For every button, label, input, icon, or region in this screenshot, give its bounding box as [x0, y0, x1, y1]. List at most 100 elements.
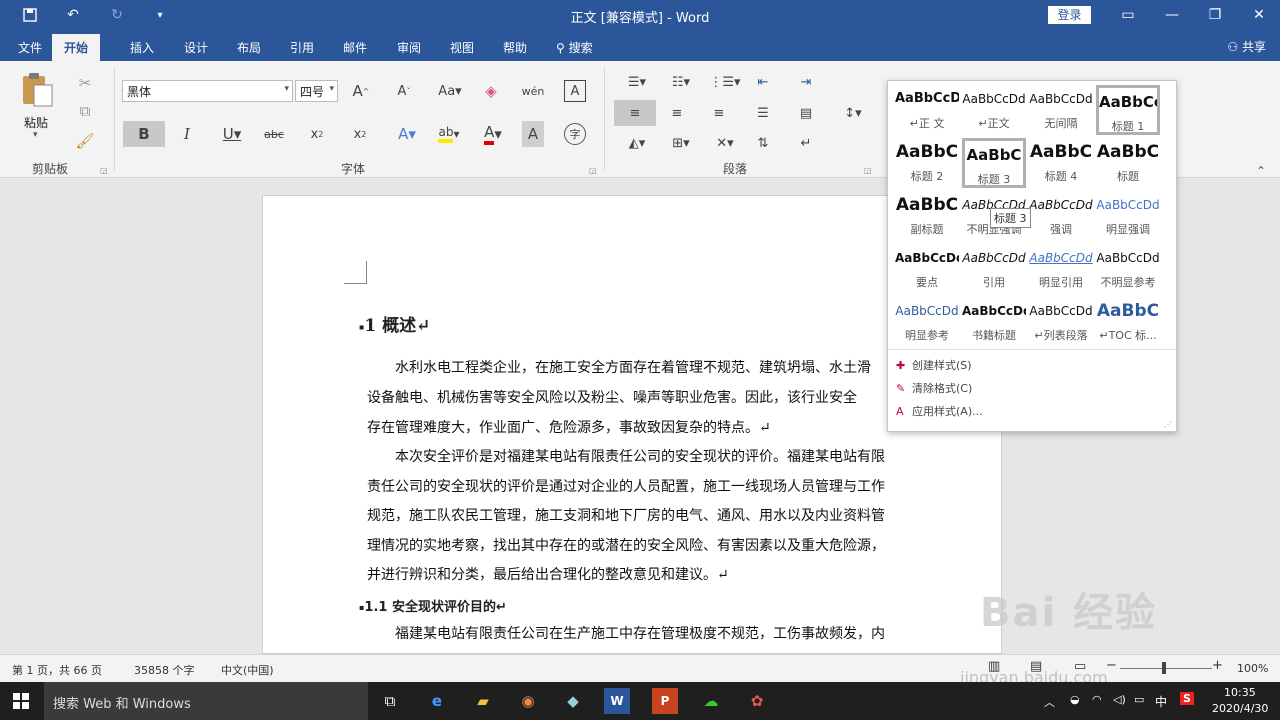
justify-icon[interactable]: ☰	[752, 100, 774, 126]
resize-grip-icon[interactable]: ⋰	[1164, 420, 1172, 429]
format-painter-icon[interactable]: 🖌	[74, 131, 96, 151]
volume-icon[interactable]: ◁)	[1113, 693, 1126, 706]
notification-icon[interactable]: ▭	[1134, 693, 1144, 706]
character-shading-icon[interactable]: A	[522, 121, 544, 147]
align-right-icon[interactable]: ≡	[708, 100, 730, 126]
align-center-icon[interactable]: ≡	[666, 100, 688, 126]
network-icon[interactable]: ◠	[1092, 693, 1102, 706]
paragraph-line[interactable]: 理情况的实地考察，找出其中存在的或潜在的安全风险、有害因素以及重大危险源，	[367, 535, 885, 555]
paragraph-line[interactable]: 福建某电站有限责任公司在生产施工中存在管理极度不规范，工伤事故频发，内	[367, 623, 885, 643]
tab-9[interactable]: 帮助	[503, 39, 527, 56]
style-item[interactable]: AaBbC 标题 3	[962, 138, 1026, 188]
tab-8[interactable]: 视图	[450, 39, 474, 56]
language[interactable]: 中文(中国)	[221, 662, 274, 678]
windows-start-icon[interactable]	[8, 688, 34, 714]
style-item[interactable]: AaBbCcDd 要点	[895, 244, 959, 294]
edge-icon[interactable]: e	[424, 688, 450, 714]
shading-icon[interactable]: ◭▾	[620, 131, 654, 155]
paste-dropdown-icon[interactable]: ▾	[33, 130, 38, 140]
strikethrough-icon[interactable]: abc	[262, 121, 286, 147]
tab-0[interactable]: 文件	[18, 39, 42, 56]
tab-3[interactable]: 设计	[184, 39, 208, 56]
align-left-icon[interactable]: ≡	[614, 100, 656, 126]
gallery-menu-item[interactable]: A 应用样式(A)...	[896, 403, 983, 419]
subscript-icon[interactable]: x2	[305, 121, 329, 147]
collapse-ribbon-icon[interactable]: ⌃	[1256, 164, 1266, 178]
numbering-icon[interactable]: ☷▾	[664, 71, 698, 93]
zoom-slider-thumb[interactable]	[1162, 662, 1166, 674]
paste-button[interactable]: 粘贴	[24, 114, 48, 131]
zoom-slider[interactable]	[1120, 668, 1212, 669]
enclose-characters-icon[interactable]: 字	[564, 123, 586, 145]
share-button[interactable]: ⚇ 共享	[1227, 38, 1266, 55]
style-item[interactable]: AaBbC 副标题	[895, 191, 959, 241]
cut-icon[interactable]: ✂	[74, 73, 96, 93]
sogou-ime-icon[interactable]: S	[1180, 692, 1194, 705]
tab-1[interactable]: 开始	[52, 34, 101, 61]
sort-icon[interactable]: ⇅	[752, 131, 774, 155]
bold-icon[interactable]: B	[123, 121, 165, 147]
paste-icon[interactable]	[18, 71, 56, 107]
file-explorer-icon[interactable]: ▰	[470, 688, 496, 714]
style-item[interactable]: AaBbCcDd 书籍标题	[962, 297, 1026, 347]
dialog-launcher-icon[interactable]: ◲	[864, 166, 872, 175]
gallery-menu-item[interactable]: ✚ 创建样式(S)	[896, 357, 972, 373]
tab-5[interactable]: 引用	[290, 39, 314, 56]
minimize-icon[interactable]: —	[1162, 5, 1182, 25]
paragraph-line[interactable]: 本次安全评价是对福建某电站有限责任公司的安全现状的评价。福建某电站有限	[367, 446, 885, 466]
heading-2[interactable]: ▪1.1 安全现状评价目的↵	[359, 596, 507, 615]
zoom-level[interactable]: 100%	[1237, 662, 1268, 675]
tab-10[interactable]: ⚲ 搜索	[556, 39, 593, 56]
wechat-icon[interactable]: ☁	[698, 688, 724, 714]
underline-icon[interactable]: U▾	[218, 121, 246, 147]
ribbon-display-options-icon[interactable]: ▭	[1118, 5, 1138, 25]
distributed-icon[interactable]: ▤	[795, 100, 817, 126]
zoom-in-icon[interactable]: +	[1212, 658, 1223, 673]
decrease-indent-icon[interactable]: ⇤	[752, 71, 774, 93]
paragraph-line[interactable]: 并进行辨识和分类，最后给出合理化的整改意见和建议。↵	[367, 564, 729, 584]
tab-7[interactable]: 审阅	[397, 39, 421, 56]
style-item[interactable]: AaBbC ↵TOC 标...	[1096, 297, 1160, 347]
grow-font-icon[interactable]: A ^	[350, 80, 372, 102]
bullets-icon[interactable]: ☰▾	[620, 71, 654, 93]
paragraph-line[interactable]: 水利水电工程类企业，在施工安全方面存在着管理不规范、建筑坍塌、水土滑	[367, 357, 871, 377]
tab-2[interactable]: 插入	[130, 39, 154, 56]
font-size-combo[interactable]: 四号 ▾	[295, 80, 338, 102]
style-item[interactable]: AaBbCcDd 不明显参考	[1096, 244, 1160, 294]
page-count[interactable]: 第 1 页，共 66 页	[12, 662, 102, 678]
task-view-icon[interactable]: ⧉	[377, 688, 403, 714]
close-icon[interactable]: ✕	[1249, 5, 1269, 25]
heading-1[interactable]: ▪1 概述↵	[359, 311, 430, 336]
show-marks-icon[interactable]: ↵	[795, 131, 817, 155]
taskbar-search-input[interactable]: 搜索 Web 和 Windows	[44, 682, 368, 720]
paragraph-line[interactable]: 存在管理难度大，作业面广、危险源多，事故致因复杂的特点。↵	[367, 417, 771, 437]
browser-icon[interactable]: ◉	[515, 688, 541, 714]
highlight-color-icon[interactable]: ab ▾	[432, 121, 466, 147]
style-item[interactable]: AaBbCcD ↵正 文	[895, 85, 959, 135]
font-name-combo[interactable]: 黑体 ▾	[122, 80, 293, 102]
clock-date[interactable]: 2020/4/30	[1212, 702, 1268, 715]
clock-time[interactable]: 10:35	[1224, 686, 1256, 699]
tab-4[interactable]: 布局	[237, 39, 261, 56]
style-item[interactable]: AaBbC 标题 4	[1029, 138, 1093, 188]
phonetic-guide-icon[interactable]: wén	[522, 80, 545, 102]
app-icon[interactable]: ◆	[560, 688, 586, 714]
style-item[interactable]: AaBbCcDd ↵正文	[962, 85, 1026, 135]
borders-icon[interactable]: ⊞▾	[664, 131, 698, 155]
shrink-font-icon[interactable]: Aˇ	[393, 80, 415, 102]
chinese-layout-icon[interactable]: ✕▾	[708, 131, 742, 155]
dialog-launcher-icon[interactable]: ◲	[100, 166, 108, 175]
style-item[interactable]: AaBbCcDd 无间隔	[1029, 85, 1093, 135]
italic-icon[interactable]: I	[176, 121, 198, 147]
style-item[interactable]: AaBbC 标题	[1096, 138, 1160, 188]
style-item[interactable]: AaBbC 标题 2	[895, 138, 959, 188]
maximize-icon[interactable]: ❐	[1205, 5, 1225, 25]
tab-6[interactable]: 邮件	[343, 39, 367, 56]
tray-chevron-icon[interactable]: ︿	[1044, 694, 1055, 710]
dialog-launcher-icon[interactable]: ◲	[589, 166, 597, 175]
paragraph-line[interactable]: 设备触电、机械伤害等安全风险以及粉尘、噪声等职业危害。因此，该行业安全	[367, 387, 857, 407]
text-effects-icon[interactable]: A▾	[392, 121, 422, 147]
style-item[interactable]: AaBbCc 标题 1	[1096, 85, 1160, 135]
app-icon[interactable]: ✿	[744, 688, 770, 714]
gallery-menu-item[interactable]: ✎ 清除格式(C)	[896, 380, 972, 396]
